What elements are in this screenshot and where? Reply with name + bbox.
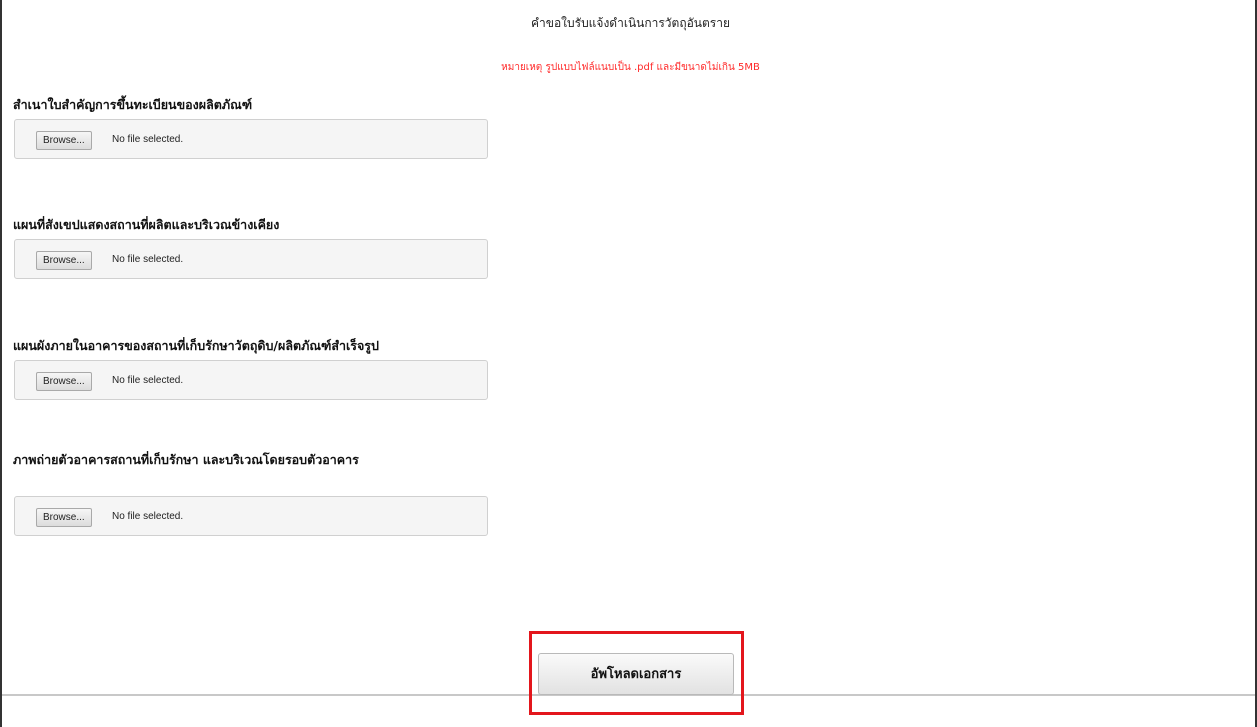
file-status: No file selected. xyxy=(112,254,184,265)
browse-button[interactable]: Browse... xyxy=(36,372,92,391)
browse-button[interactable]: Browse... xyxy=(36,508,92,527)
upload-documents-button[interactable]: อัพโหลดเอกสาร xyxy=(538,653,734,695)
file-input-registration-copy[interactable]: Browse... No file selected. xyxy=(14,119,488,159)
browse-button[interactable]: Browse... xyxy=(36,251,92,270)
file-input-building-photo[interactable]: Browse... No file selected. xyxy=(14,496,488,536)
file-status: No file selected. xyxy=(112,375,184,386)
file-format-note: หมายเหตุ รูปแบบไฟล์แนบเป็น .pdf และมีขนา… xyxy=(501,62,760,73)
field-label-storage-floor-plan: แผนผังภายในอาคารของสถานที่เก็บรักษาวัตถุ… xyxy=(13,338,379,353)
browse-button[interactable]: Browse... xyxy=(36,131,92,150)
file-input-storage-floor-plan[interactable]: Browse... No file selected. xyxy=(14,360,488,400)
field-label-building-photo: ภาพถ่ายตัวอาคารสถานที่เก็บรักษา และบริเว… xyxy=(13,452,359,467)
form-title: คำขอใบรับแจ้งดำเนินการวัตถุอันตราย xyxy=(530,16,731,30)
upload-form-page: คำขอใบรับแจ้งดำเนินการวัตถุอันตราย หมายเ… xyxy=(0,0,1257,727)
file-status: No file selected. xyxy=(112,511,184,522)
field-label-registration-copy: สำเนาใบสำคัญการขึ้นทะเบียนของผลิตภัณฑ์ xyxy=(13,97,253,112)
file-input-site-map[interactable]: Browse... No file selected. xyxy=(14,239,488,279)
file-status: No file selected. xyxy=(112,134,184,145)
field-label-site-map: แผนที่สังเขปแสดงสถานที่ผลิตและบริเวณข้าง… xyxy=(13,217,280,232)
